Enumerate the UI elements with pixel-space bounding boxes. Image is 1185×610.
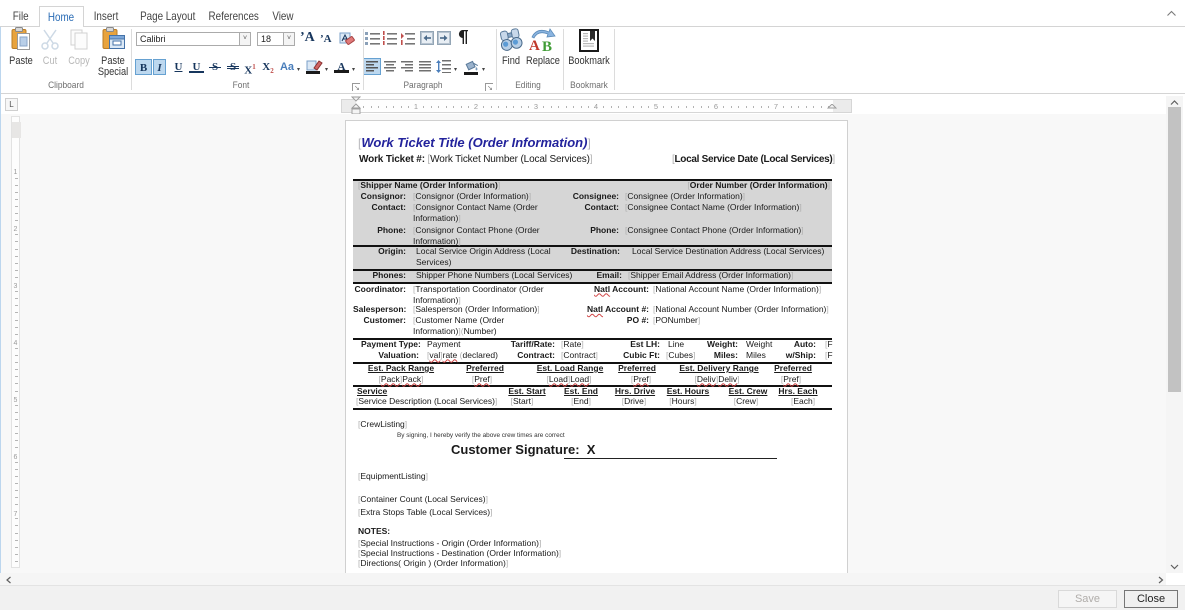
svg-text:A: A xyxy=(529,38,540,52)
svg-text:B: B xyxy=(542,39,552,52)
